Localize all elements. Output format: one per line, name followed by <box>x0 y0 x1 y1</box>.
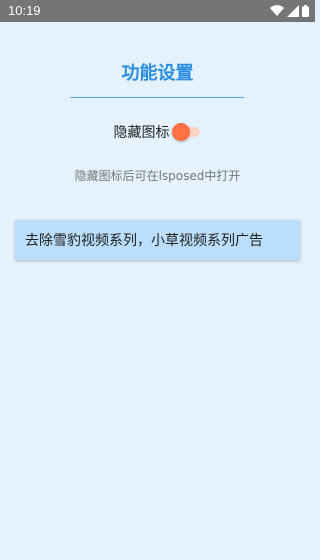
switch-thumb <box>171 123 190 141</box>
hide-icon-row: 隐藏图标 <box>0 122 315 142</box>
hide-icon-label: 隐藏图标 <box>113 125 170 141</box>
status-icons <box>270 4 309 18</box>
hide-icon-hint: 隐藏图标后可在lsposed中打开 <box>74 169 241 183</box>
title-divider <box>70 97 244 98</box>
battery-icon <box>302 2 309 21</box>
page-title: 功能设置 <box>121 63 194 83</box>
settings-screen: 功能设置 隐藏图标 隐藏图标后可在lsposed中打开 去除雪豹视频系列，小草视… <box>0 22 315 560</box>
status-time: 10:19 <box>8 3 41 18</box>
signal-icon <box>287 2 299 21</box>
ad-removal-item[interactable]: 去除雪豹视频系列，小草视频系列广告 <box>15 220 300 260</box>
status-bar: 10:19 <box>0 0 315 22</box>
ad-removal-label: 去除雪豹视频系列，小草视频系列广告 <box>25 233 263 249</box>
hide-icon-switch[interactable] <box>171 123 202 141</box>
wifi-icon <box>270 2 284 21</box>
